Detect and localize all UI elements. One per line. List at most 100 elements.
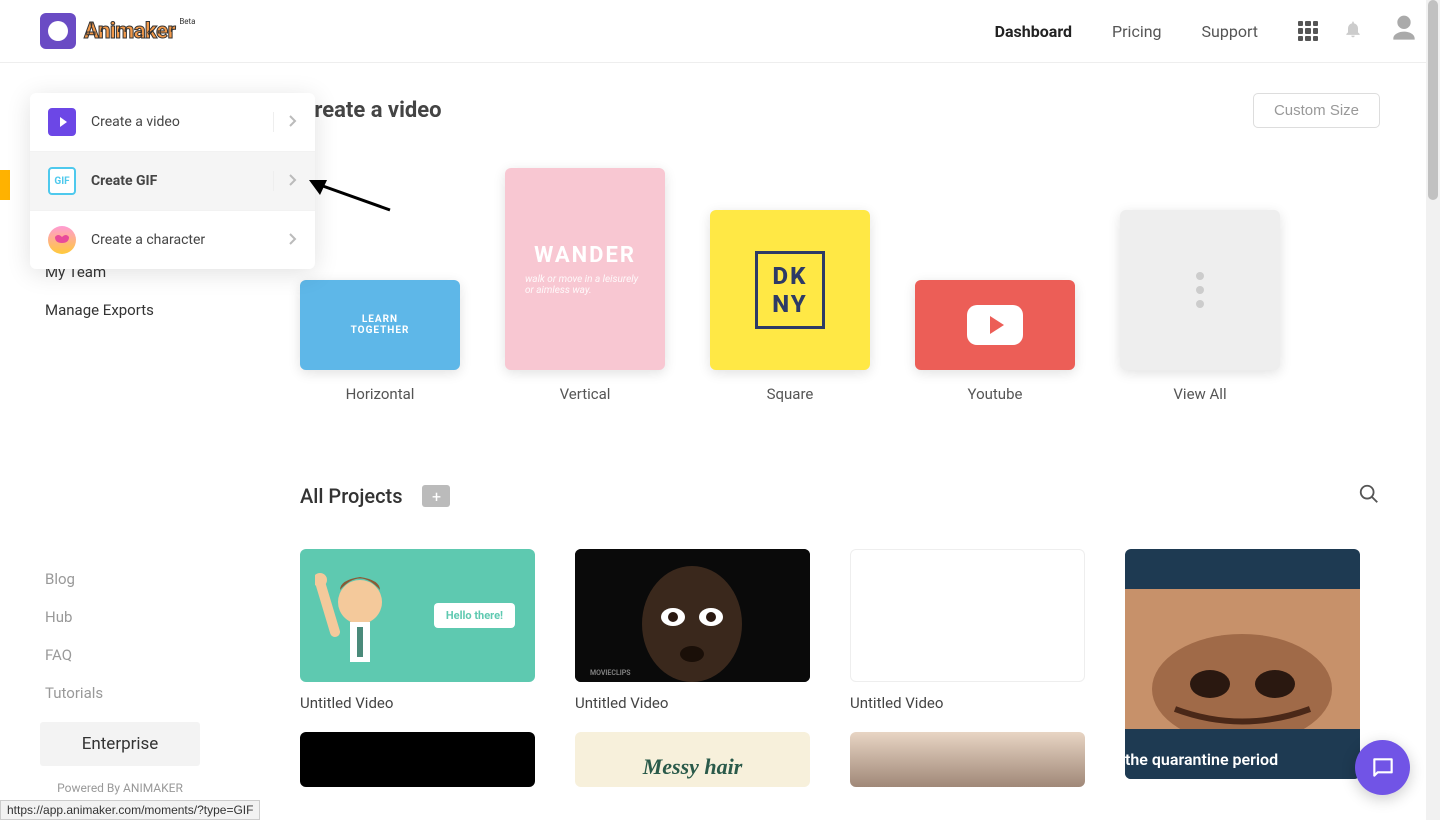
template-square-text2: NY [772,290,808,318]
flyout-label: Create a video [91,114,258,130]
gif-icon: GIF [48,167,76,195]
chat-button[interactable] [1355,740,1410,795]
search-icon[interactable] [1358,483,1380,509]
template-vertical-label: Vertical [560,385,611,403]
chevron-right-icon [289,233,297,248]
scrollbar-thumb[interactable] [1428,0,1438,200]
bell-icon[interactable] [1343,18,1363,44]
template-horizontal-text1: LEARN [362,314,398,325]
logo-icon [40,13,76,49]
chevron-right-icon [289,174,297,189]
projects-title: All Projects [300,484,402,508]
project-thumb-text: Hello there! [434,603,515,628]
template-square-thumb: DK NY [710,210,870,370]
character-icon [48,226,76,254]
template-youtube-label: Youtube [968,385,1023,403]
project-label: Untitled Video [300,694,555,712]
project-thumb [300,732,535,787]
sidebar-link-faq[interactable]: FAQ [45,646,220,664]
add-folder-icon[interactable] [422,485,450,507]
flyout-create-video[interactable]: Create a video [30,93,315,152]
template-viewall-thumb [1120,210,1280,370]
flyout-create-character[interactable]: Create a character [30,211,315,269]
template-youtube[interactable]: Youtube [915,280,1075,403]
projects-grid: Hello there! Untitled Video MOVIECLIPS [300,549,1380,787]
sidebar-link-tutorials[interactable]: Tutorials [45,684,220,702]
header: Animaker Beta Dashboard Pricing Support [0,0,1440,63]
template-youtube-thumb [915,280,1075,370]
template-vertical-text1: WANDER [534,243,636,268]
project-label: Untitled Video [575,694,830,712]
sidebar-link-blog[interactable]: Blog [45,570,220,588]
project-card[interactable]: Hello there! Untitled Video [300,549,555,712]
flyout-label: Create a character [91,232,258,248]
nav-dashboard[interactable]: Dashboard [995,22,1072,41]
project-thumb-text-bottom: the quarantine period [1125,740,1360,779]
template-square-text: DK NY [755,251,825,329]
project-thumb: Only thing I am doing in the quarantine … [1125,549,1360,779]
header-right: Dashboard Pricing Support [995,13,1420,49]
project-label: Untitled Video [850,694,1105,712]
project-card[interactable] [850,732,1105,787]
create-flyout: Create a video GIF Create GIF Create a c… [30,93,315,269]
project-thumb [850,549,1085,682]
project-card[interactable]: Untitled Video [850,549,1105,712]
template-view-all[interactable]: View All [1120,210,1280,403]
flyout-label: Create GIF [91,173,258,189]
flyout-create-gif[interactable]: GIF Create GIF [30,152,315,211]
apps-icon[interactable] [1298,21,1318,41]
project-card[interactable]: Messy hair [575,732,830,787]
template-horizontal-thumb: LEARN TOGETHER [300,280,460,370]
template-square[interactable]: DK NY Square [710,210,870,403]
template-vertical-text2: walk or move in a leisurely or aimless w… [525,274,645,296]
character-icon [315,562,405,682]
template-square-label: Square [767,385,814,403]
divider [273,171,274,191]
youtube-play-icon [967,305,1023,345]
project-thumb: Messy hair [575,732,810,787]
nav: Dashboard Pricing Support [995,22,1258,41]
template-vertical[interactable]: WANDER walk or move in a leisurely or ai… [505,168,665,403]
template-row: LEARN TOGETHER Horizontal WANDER walk or… [300,168,1380,403]
scrollbar[interactable] [1426,0,1440,820]
logo-text: Animaker [84,19,175,44]
custom-size-button[interactable]: Custom Size [1253,93,1380,128]
status-bar: https://app.animaker.com/moments/?type=G… [0,800,260,820]
enterprise-button[interactable]: Enterprise [40,722,200,766]
header-icons [1298,13,1420,49]
template-vertical-thumb: WANDER walk or move in a leisurely or ai… [505,168,665,370]
svg-text:MOVIECLIPS: MOVIECLIPS [590,669,631,677]
arrow-annotation [305,175,395,219]
powered-by: Powered By ANIMAKER [0,781,240,795]
video-icon [48,108,76,136]
project-thumb: MOVIECLIPS [575,549,810,682]
project-card[interactable]: MOVIECLIPS Untitled Video [575,549,830,712]
sidebar-item-manage-exports[interactable]: Manage Exports [0,291,240,329]
project-card[interactable] [300,732,555,787]
avatar-icon[interactable] [1388,13,1420,49]
template-viewall-label: View All [1173,385,1226,403]
project-thumb [850,732,1085,787]
sidebar-link-hub[interactable]: Hub [45,608,220,626]
logo[interactable]: Animaker Beta [40,13,196,49]
nav-pricing[interactable]: Pricing [1112,22,1162,41]
chevron-right-icon [289,115,297,130]
nav-support[interactable]: Support [1202,22,1258,41]
project-card[interactable]: Only thing I am doing in the quarantine … [1125,549,1380,787]
logo-beta-badge: Beta [179,17,195,26]
project-animal-art [1125,589,1360,729]
template-horizontal-label: Horizontal [346,385,415,403]
main-content: Create a video Custom Size LEARN TOGETHE… [240,63,1440,820]
template-horizontal-text2: TOGETHER [351,325,410,336]
projects-header: All Projects [300,483,1380,509]
sidebar-bottom-links: Blog Hub FAQ Tutorials [0,570,240,712]
divider [273,112,274,132]
create-video-title: Create a video [300,98,442,123]
create-video-header: Create a video Custom Size [300,93,1380,128]
template-horizontal[interactable]: LEARN TOGETHER Horizontal [300,280,460,403]
project-thumb-text: Messy hair [643,754,743,780]
project-face-art: MOVIECLIPS [575,549,810,682]
create-strip-accent [0,170,10,200]
project-thumb: Hello there! [300,549,535,682]
template-square-text1: DK [772,262,808,290]
